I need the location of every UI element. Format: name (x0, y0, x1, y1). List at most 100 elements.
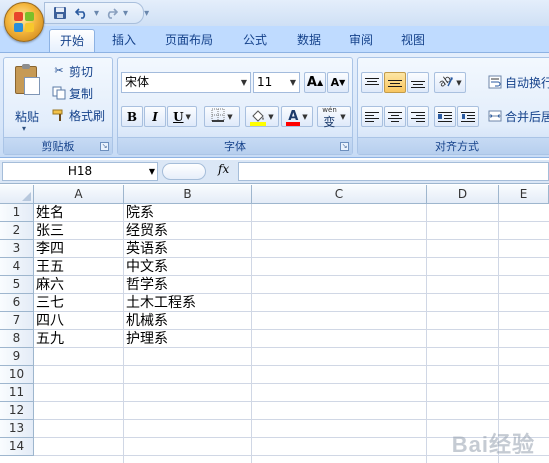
cell-b7[interactable]: 机械系 (124, 312, 252, 330)
merge-center-button[interactable]: 合并后居 (488, 106, 549, 126)
tab-view[interactable]: 视图 (390, 29, 436, 52)
row-header-8[interactable]: 8 (0, 330, 34, 348)
decrease-indent-icon (438, 111, 452, 122)
increase-indent-button[interactable] (457, 106, 479, 127)
cell-a6[interactable]: 三七 (34, 294, 124, 312)
row-header-14[interactable]: 14 (0, 438, 34, 456)
row-header-11[interactable]: 11 (0, 384, 34, 402)
row-header-4[interactable]: 4 (0, 258, 34, 276)
cell-b5[interactable]: 哲学系 (124, 276, 252, 294)
align-middle-button[interactable] (384, 72, 406, 93)
select-all-button[interactable] (0, 185, 34, 204)
align-bottom-icon (411, 78, 425, 88)
row-header-12[interactable]: 12 (0, 402, 34, 420)
tab-data[interactable]: 数据 (286, 29, 332, 52)
watermark: Bai经验 (451, 432, 535, 457)
row-header-6[interactable]: 6 (0, 294, 34, 312)
tab-home[interactable]: 开始 (49, 29, 95, 52)
align-right-icon (411, 111, 425, 122)
row-header-3[interactable]: 3 (0, 240, 34, 258)
orientation-button[interactable]: ab ▼ (434, 72, 466, 93)
row-header-10[interactable]: 10 (0, 366, 34, 384)
phonetic-guide-button[interactable]: wén 变 ▼ (317, 106, 351, 129)
cell-b6[interactable]: 土木工程系 (124, 294, 252, 312)
borders-button[interactable]: ▼ (204, 106, 240, 127)
column-header-d[interactable]: D (427, 185, 499, 204)
column-header-e[interactable]: E (499, 185, 549, 204)
cut-button[interactable]: ✂ 剪切 (52, 61, 93, 81)
undo-dropdown-icon[interactable]: ▾ (94, 8, 99, 19)
underline-icon: U (173, 109, 184, 124)
paste-button[interactable]: 粘贴 ▾ (10, 62, 44, 134)
redo-dropdown-icon[interactable]: ▾ (123, 8, 128, 19)
bold-button[interactable]: B (121, 106, 143, 127)
redo-icon[interactable] (103, 4, 119, 22)
row-header-13[interactable]: 13 (0, 420, 34, 438)
cell-b8[interactable]: 护理系 (124, 330, 252, 348)
wrap-text-button[interactable]: 自动换行 (488, 72, 549, 92)
row-header-7[interactable]: 7 (0, 312, 34, 330)
align-left-button[interactable] (361, 106, 383, 127)
merge-center-label: 合并后居 (505, 109, 549, 124)
insert-function-button[interactable]: fx (218, 162, 229, 176)
underline-button[interactable]: U ▼ (167, 106, 197, 127)
column-header-b[interactable]: B (124, 185, 252, 204)
worksheet-grid[interactable]: A B C D E 1 2 3 4 5 6 7 8 9 10 11 12 13 14 姓名 院系 张三 经贸系 李四 英语系 王五… (0, 185, 549, 463)
office-button[interactable] (4, 2, 44, 42)
cell-a5[interactable]: 麻六 (34, 276, 124, 294)
align-right-button[interactable] (407, 106, 429, 127)
clipboard-launcher-icon[interactable]: ↘ (100, 142, 109, 151)
font-name-combo[interactable]: 宋体 ▼ (121, 72, 251, 93)
cell-b3[interactable]: 英语系 (124, 240, 252, 258)
column-header-c[interactable]: C (252, 185, 427, 204)
cell-b4[interactable]: 中文系 (124, 258, 252, 276)
copy-button[interactable]: 复制 (52, 83, 93, 103)
cell-a2[interactable]: 张三 (34, 222, 124, 240)
copy-label: 复制 (69, 86, 94, 101)
formula-input[interactable] (238, 162, 549, 181)
align-top-button[interactable] (361, 72, 383, 93)
row-header-9[interactable]: 9 (0, 348, 34, 366)
grid-line (426, 204, 427, 463)
column-header-a[interactable]: A (34, 185, 124, 204)
cell-a4[interactable]: 王五 (34, 258, 124, 276)
font-launcher-icon[interactable]: ↘ (340, 142, 349, 151)
customize-icon[interactable]: ▾ (144, 8, 149, 19)
name-box[interactable]: H18 ▼ (2, 162, 158, 181)
borders-icon (211, 108, 225, 125)
increase-indent-icon (461, 111, 475, 122)
undo-icon[interactable] (74, 4, 90, 22)
shrink-font-icon: A (330, 76, 340, 89)
cell-a3[interactable]: 李四 (34, 240, 124, 258)
grid-line (498, 204, 499, 463)
row-header-5[interactable]: 5 (0, 276, 34, 294)
chevron-down-icon: ▼ (289, 78, 297, 87)
align-center-button[interactable] (384, 106, 406, 127)
save-icon[interactable] (50, 4, 70, 22)
fill-color-button[interactable]: ▼ (245, 106, 279, 127)
cell-a7[interactable]: 四八 (34, 312, 124, 330)
font-size-combo[interactable]: 11 ▼ (253, 72, 300, 93)
row-header-2[interactable]: 2 (0, 222, 34, 240)
clipboard-group-label: 剪贴板 (4, 137, 112, 154)
shrink-font-button[interactable]: A ▼ (327, 72, 349, 93)
chevron-down-icon: ▼ (148, 167, 155, 176)
tab-formulas[interactable]: 公式 (232, 29, 278, 52)
cell-b1[interactable]: 院系 (124, 204, 252, 222)
row-header-1[interactable]: 1 (0, 204, 34, 222)
cut-label: 剪切 (69, 64, 94, 79)
orientation-icon: ab (437, 74, 454, 91)
tab-review[interactable]: 审阅 (338, 29, 384, 52)
grow-font-button[interactable]: A ▲ (304, 72, 326, 93)
decrease-indent-button[interactable] (434, 106, 456, 127)
align-bottom-button[interactable] (407, 72, 429, 93)
tab-insert[interactable]: 插入 (101, 29, 147, 52)
cell-a1[interactable]: 姓名 (34, 204, 124, 222)
font-color-button[interactable]: A ▼ (281, 106, 313, 127)
italic-button[interactable]: I (144, 106, 166, 127)
cell-a8[interactable]: 五九 (34, 330, 124, 348)
align-center-icon (388, 111, 402, 122)
tab-page-layout[interactable]: 页面布局 (156, 29, 222, 52)
cell-b2[interactable]: 经贸系 (124, 222, 252, 240)
format-painter-button[interactable]: 格式刷 (52, 105, 105, 125)
